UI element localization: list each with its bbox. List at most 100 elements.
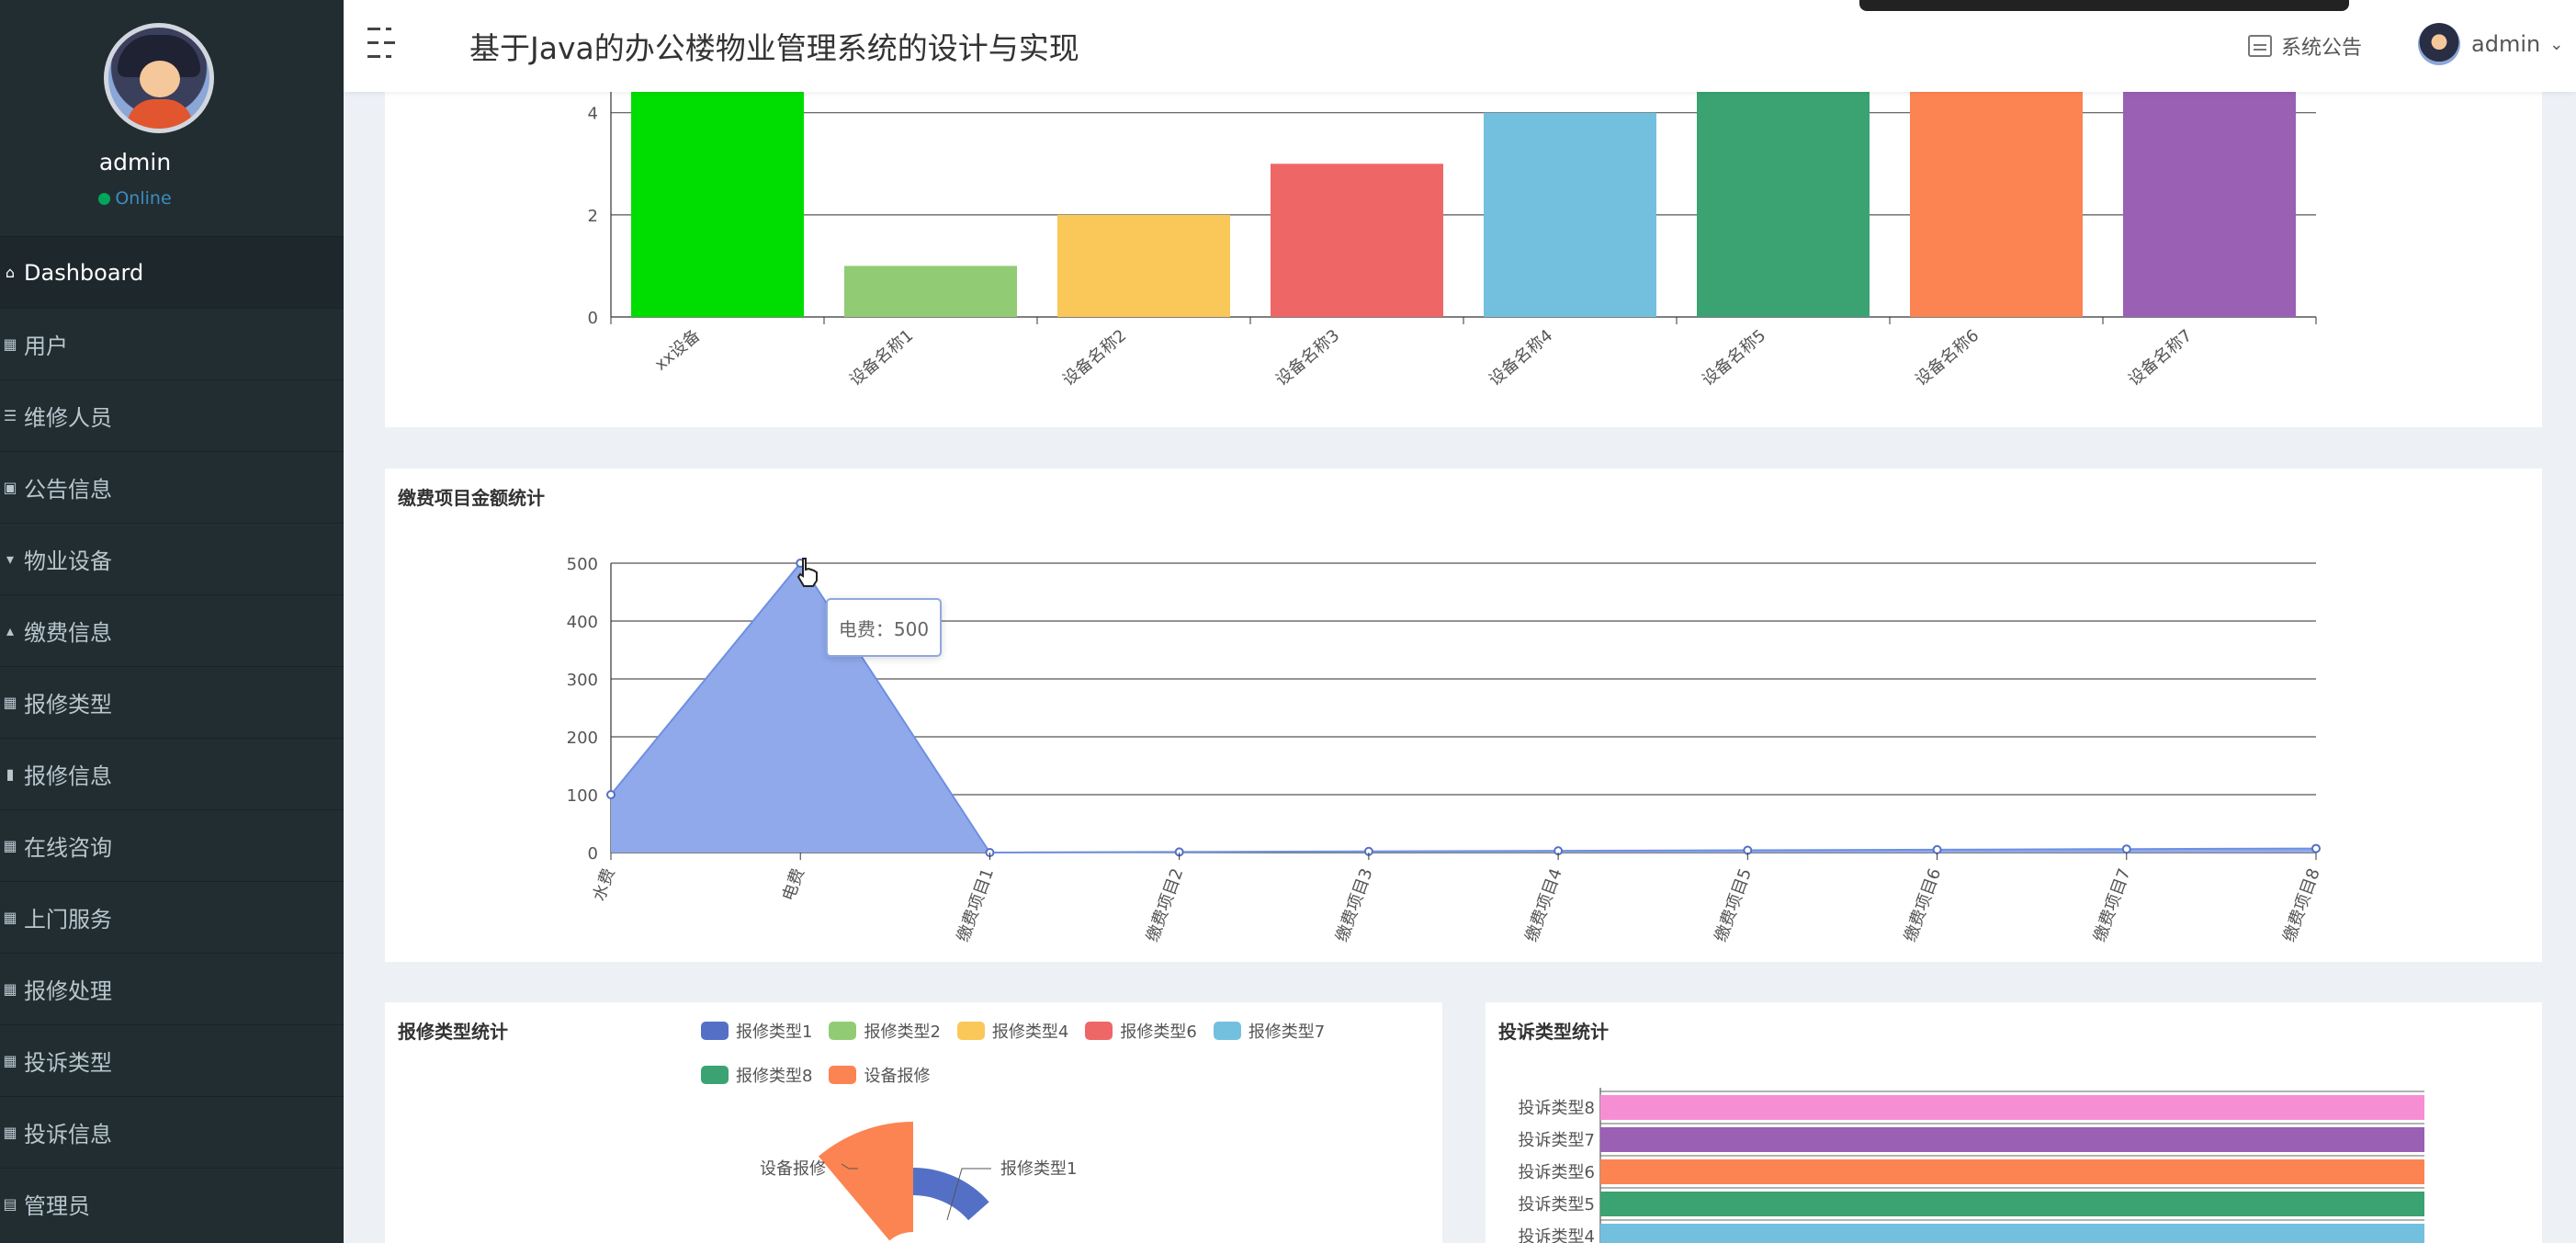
- x-tick-label: 缴费项目8: [2279, 866, 2323, 945]
- sidebar-item-label: 维修人员: [24, 405, 112, 431]
- y-tick-label: 4: [588, 105, 598, 124]
- sidebar-item-1[interactable]: ▦ 用户: [0, 308, 344, 379]
- x-tick-label: 缴费项目1: [954, 866, 998, 945]
- grid-icon: ▦: [3, 694, 17, 711]
- online-label: Online: [115, 188, 172, 209]
- sidebar-item-5[interactable]: ▴ 缴费信息: [0, 594, 344, 666]
- x-tick-label: 缴费项目5: [1712, 866, 1756, 945]
- document-icon: ▤: [3, 1195, 17, 1213]
- sidebar-item-4[interactable]: ▾ 物业设备: [0, 523, 344, 594]
- x-tick-label: 设备名称3: [1272, 326, 1343, 390]
- sidebar-item-10[interactable]: ▦ 报修处理: [0, 953, 344, 1024]
- x-tick-label: 设备名称6: [1912, 326, 1983, 390]
- sidebar-item-label: 上门服务: [24, 907, 112, 932]
- sidebar-item-label: 报修处理: [24, 978, 112, 1004]
- y-tick-label: 500: [567, 555, 598, 574]
- y-tick-label: 投诉类型8: [1519, 1099, 1595, 1118]
- sidebar-item-label: 用户: [24, 333, 68, 359]
- data-point-8[interactable]: [2121, 844, 2131, 854]
- complaint-bar-1[interactable]: [1600, 1127, 2424, 1152]
- data-point-0[interactable]: [606, 790, 616, 799]
- sidebar-item-2[interactable]: ☰ 维修人员: [0, 379, 344, 451]
- grid-icon: ▦: [3, 1052, 17, 1069]
- sidebar-item-13[interactable]: ▤ 管理员: [0, 1168, 344, 1239]
- y-tick-label: 0: [588, 309, 598, 328]
- sidebar-item-12[interactable]: ▦ 投诉信息: [0, 1096, 344, 1168]
- fee-chart-title: 缴费项目金额统计: [398, 487, 545, 509]
- bar-5[interactable]: [1697, 62, 1870, 317]
- system-notice-label: 系统公告: [2281, 37, 2363, 60]
- sidebar-item-label: 报修信息: [24, 763, 112, 789]
- sidebar-item-7[interactable]: ▮ 报修信息: [0, 738, 344, 809]
- pie-slice-repair-type-1[interactable]: [913, 1168, 989, 1221]
- sidebar-item-label: 管理员: [24, 1193, 90, 1219]
- sidebar-username: admin: [98, 149, 172, 175]
- complaint-type-chart: 投诉类型8 投诉类型7 投诉类型6 投诉类型5 投诉类型4: [1519, 1088, 2424, 1243]
- chevron-down-icon: ⌄: [2549, 34, 2564, 54]
- sidebar-item-label: 报修类型: [24, 692, 112, 718]
- pie-label: 报修类型1: [1000, 1159, 1077, 1179]
- sidebar-item-0[interactable]: ⌂ Dashboard: [0, 236, 344, 308]
- y-tick-label: 100: [567, 786, 598, 806]
- y-tick-label: 400: [567, 613, 598, 632]
- online-dot-icon: [98, 193, 111, 205]
- pie-slice-device-repair[interactable]: [818, 1122, 913, 1241]
- plug-icon: ▾: [6, 550, 15, 568]
- x-tick-label: 设备名称5: [1699, 326, 1769, 390]
- bar-3[interactable]: [1271, 164, 1443, 317]
- y-tick-label: 投诉类型4: [1519, 1227, 1595, 1243]
- grid-icon: ▦: [3, 335, 17, 353]
- x-tick-label: 电费: [779, 866, 808, 904]
- hand-cursor-icon: [797, 558, 818, 587]
- sidebar-item-6[interactable]: ▦ 报修类型: [0, 666, 344, 738]
- clipboard-icon: ▣: [3, 479, 17, 496]
- sidebar-item-3[interactable]: ▣ 公告信息: [0, 451, 344, 523]
- chart-tooltip: 电费：500: [826, 598, 942, 657]
- repair-type-card: 报修类型统计 报修类型1 报修类型2 报修类型4 报修类型6 报修类型7 报修类型8 设备报…: [385, 1002, 1442, 1243]
- notification-strip: [1859, 0, 2349, 11]
- device-chart-card: 0 2 4 xx设备 设备名称1 设备名称2 设备名称3 设备名称4 设备名称5 设备名称6 设备名…: [385, 51, 2542, 427]
- complaint-bar-2[interactable]: [1600, 1159, 2424, 1184]
- y-tick-label: 投诉类型5: [1519, 1195, 1595, 1215]
- fee-chart-card: 缴费项目金额统计 0 100 200 300 400 500 水费 电费 缴费项目1 缴费项目2 缴…: [385, 469, 2542, 962]
- data-point-7[interactable]: [1932, 844, 1942, 854]
- complaint-type-card: 投诉类型统计 投诉类型8 投诉类型7 投诉类型6 投诉类型5 投诉类型4: [1486, 1002, 2542, 1243]
- repair-type-pie: 设备报修 报修类型1: [760, 1122, 1077, 1241]
- grid-icon: ▦: [3, 1124, 17, 1141]
- top-header: 基于Java的办公楼物业管理系统的设计与实现 系统公告 admin ⌄: [344, 0, 2576, 92]
- y-tick-label: 0: [588, 844, 598, 864]
- bar-1[interactable]: [844, 266, 1017, 317]
- complaint-bar-4[interactable]: [1600, 1224, 2424, 1243]
- user-menu[interactable]: admin ⌄: [2418, 23, 2563, 65]
- app-title: 基于Java的办公楼物业管理系统的设计与实现: [469, 30, 1079, 66]
- sidebar-menu: ⌂ Dashboard ▦ 用户 ☰ 维修人员 ▣ 公告信息 ▾ 物业设备 ▴ 缴费信息 ▦ 报修类型 ▮ 报…: [0, 236, 344, 1239]
- sidebar-item-label: Dashboard: [24, 259, 144, 286]
- y-tick-label: 投诉类型7: [1519, 1131, 1595, 1150]
- x-tick-label: 设备名称4: [1486, 326, 1556, 390]
- sidebar-item-9[interactable]: ▦ 上门服务: [0, 881, 344, 953]
- system-notice-button[interactable]: 系统公告: [2248, 31, 2362, 61]
- header-avatar: [2418, 23, 2460, 65]
- fee-area-chart: 0 100 200 300 400 500 水费 电费 缴费项目1 缴费项目2 缴费项目3 缴费项目4…: [567, 555, 2324, 945]
- y-tick-label: 2: [588, 207, 598, 226]
- x-tick-label: 缴费项目2: [1143, 866, 1187, 945]
- user-avatar: [104, 23, 214, 133]
- grid-icon: ▦: [3, 980, 17, 998]
- grid-icon: ▦: [3, 909, 17, 926]
- complaint-bar-3[interactable]: [1600, 1192, 2424, 1216]
- bar-2[interactable]: [1057, 214, 1230, 317]
- data-point-9[interactable]: [2311, 843, 2321, 853]
- y-tick-label: 300: [567, 671, 598, 690]
- header-username: admin: [2471, 31, 2541, 57]
- sidebar-item-label: 投诉类型: [24, 1050, 112, 1076]
- menu-toggle-icon[interactable]: [367, 28, 399, 61]
- complaint-bar-0[interactable]: [1600, 1095, 2424, 1120]
- sidebar-item-label: 公告信息: [24, 477, 112, 503]
- sidebar-item-11[interactable]: ▦ 投诉类型: [0, 1024, 344, 1096]
- x-tick-label: 缴费项目6: [1901, 866, 1945, 945]
- sidebar-item-8[interactable]: ▦ 在线咨询: [0, 809, 344, 881]
- x-tick-label: 水费: [590, 866, 619, 904]
- sidebar-item-label: 在线咨询: [24, 835, 112, 861]
- x-tick-label: 缴费项目7: [2090, 866, 2134, 945]
- bar-4[interactable]: [1484, 112, 1656, 317]
